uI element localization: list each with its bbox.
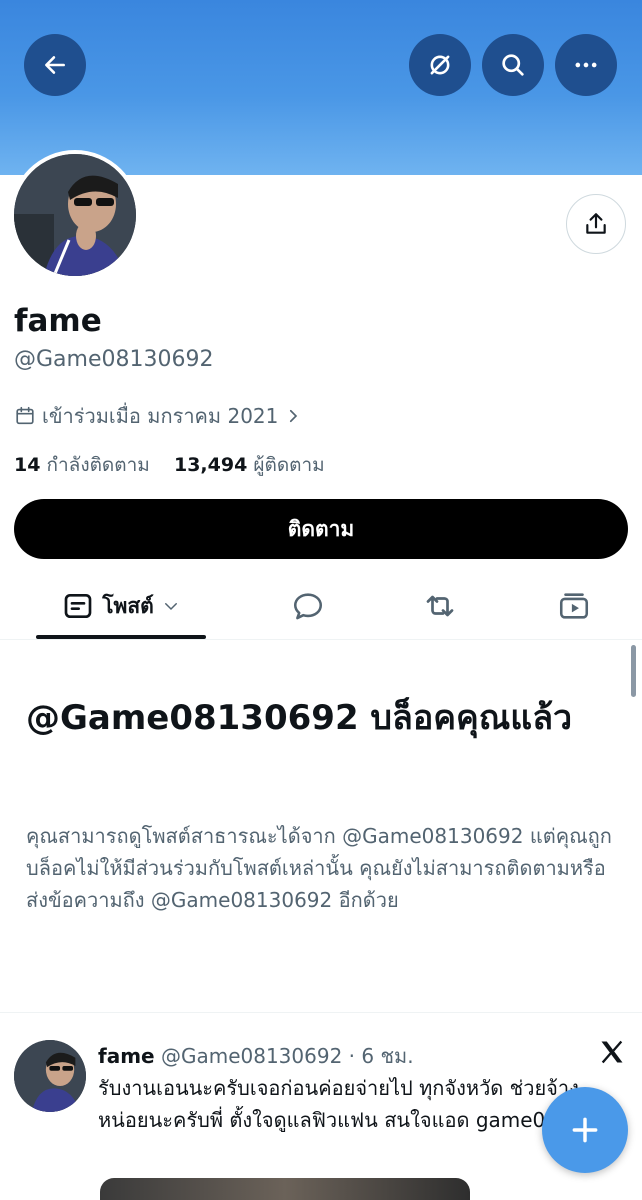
posts-icon: [64, 594, 92, 618]
tab-reposts[interactable]: [400, 575, 480, 637]
calendar-icon: [16, 406, 34, 425]
tab-posts[interactable]: โพสต์: [36, 575, 206, 637]
chevron-down-icon: [164, 603, 177, 611]
tab-media[interactable]: [534, 575, 614, 637]
profile-name: fame: [14, 303, 102, 339]
search-button[interactable]: [482, 34, 544, 96]
grok-icon: [430, 55, 450, 75]
repost-icon: [426, 595, 454, 617]
chevron-right-icon: [290, 409, 298, 423]
x-logo-icon: [601, 1040, 623, 1064]
following-link[interactable]: 14 กำลังติดตาม: [14, 454, 150, 476]
tweet-author-handle[interactable]: @Game08130692: [161, 1044, 342, 1068]
divider: [0, 1012, 642, 1013]
followers-label: ผู้ติดตาม: [253, 454, 325, 476]
follow-button[interactable]: ติดตาม: [14, 499, 628, 559]
back-button[interactable]: [24, 34, 86, 96]
more-icon: [575, 62, 597, 68]
tab-posts-label: โพสต์: [102, 593, 154, 618]
blocked-title: @Game08130692 บล็อคคุณแล้ว: [26, 698, 573, 738]
profile-avatar[interactable]: [10, 150, 140, 280]
tweet-header: fame @Game08130692 · 6 ชม.: [98, 1040, 414, 1072]
blocked-description: คุณสามารถดูโพสต์สาธารณะได้จาก @Game08130…: [26, 824, 612, 912]
compose-button[interactable]: [542, 1087, 628, 1173]
search-icon: [502, 54, 524, 76]
joined-text: เข้าร่วมเมื่อ มกราคม 2021: [42, 404, 279, 428]
tweet-avatar[interactable]: [14, 1040, 86, 1112]
follow-stats: 14 กำลังติดตาม 13,494 ผู้ติดตาม: [14, 450, 325, 480]
joined-date[interactable]: เข้าร่วมเมื่อ มกราคม 2021: [14, 400, 302, 432]
share-button[interactable]: [566, 194, 626, 254]
grok-button[interactable]: [409, 34, 471, 96]
profile-banner: [0, 0, 642, 175]
scrollbar[interactable]: [631, 645, 636, 697]
profile-tabs: โพสต์: [0, 575, 642, 640]
arrow-left-icon: [45, 56, 65, 74]
avatar-image: [14, 154, 136, 276]
reply-icon: [293, 593, 323, 620]
tweet-author-name[interactable]: fame: [98, 1044, 155, 1068]
following-count: 14: [14, 454, 41, 476]
media-icon: [559, 593, 589, 619]
followers-link[interactable]: 13,494 ผู้ติดตาม: [174, 454, 325, 476]
tab-replies[interactable]: [268, 575, 348, 637]
active-tab-indicator: [36, 635, 206, 639]
more-button[interactable]: [555, 34, 617, 96]
followers-count: 13,494: [173, 454, 248, 476]
tweet-media-preview[interactable]: [100, 1178, 470, 1200]
profile-handle: @Game08130692: [14, 347, 214, 372]
tweet-time[interactable]: · 6 ชม.: [349, 1044, 414, 1068]
plus-icon: [572, 1117, 598, 1143]
following-label: กำลังติดตาม: [46, 454, 150, 476]
share-icon: [586, 213, 606, 234]
